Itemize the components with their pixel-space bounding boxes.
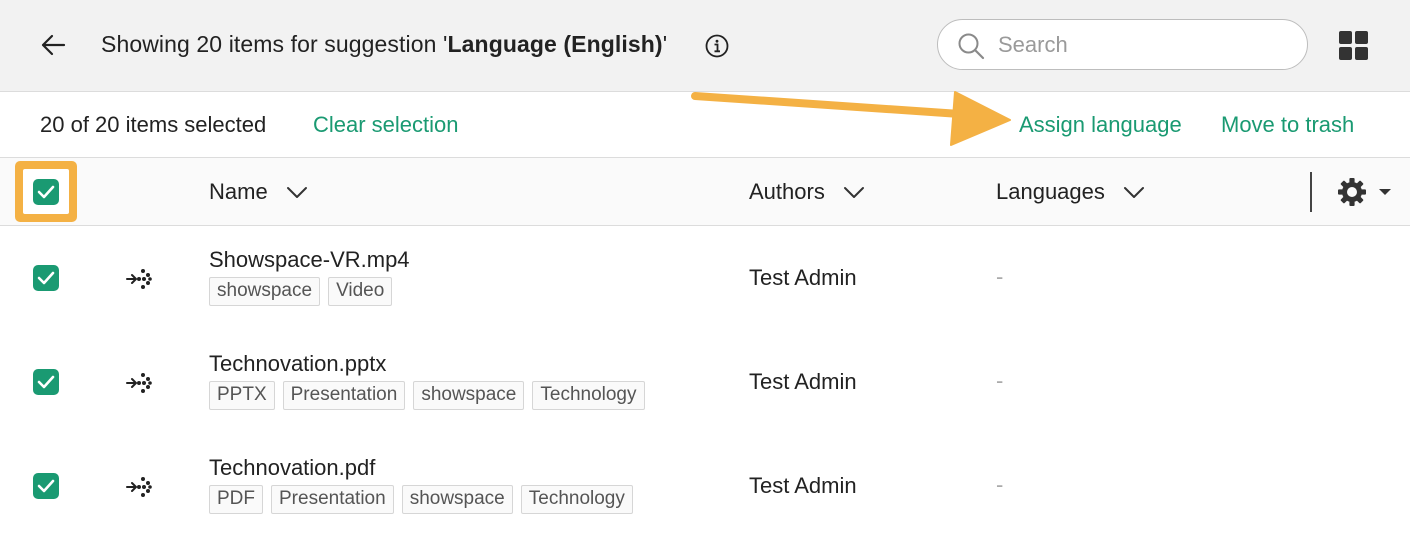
column-languages-label: Languages xyxy=(996,179,1105,204)
tag-list: PPTX Presentation showspace Technology xyxy=(209,381,645,410)
tag[interactable]: Presentation xyxy=(271,485,394,514)
check-icon xyxy=(37,185,55,199)
row-checkbox[interactable] xyxy=(33,369,59,395)
author-cell: Test Admin xyxy=(749,473,857,498)
check-icon xyxy=(37,479,55,493)
move-to-trash-link[interactable]: Move to trash xyxy=(1221,112,1354,138)
hub-icon xyxy=(126,373,152,393)
hub-icon xyxy=(126,269,152,289)
tag[interactable]: showspace xyxy=(413,381,525,410)
chevron-down-icon xyxy=(843,187,864,199)
selection-bar: 20 of 20 items selected Clear selection … xyxy=(0,92,1410,158)
language-cell: - xyxy=(996,368,1004,393)
tag[interactable]: PPTX xyxy=(209,381,275,410)
tag[interactable]: Technology xyxy=(520,485,633,514)
tag[interactable]: showspace xyxy=(209,277,321,306)
tag[interactable]: PDF xyxy=(209,485,263,514)
chevron-down-icon xyxy=(286,187,307,199)
table-header: Name Authors Languages xyxy=(0,158,1410,226)
tag-list: showspace Video xyxy=(209,277,393,306)
file-name[interactable]: Technovation.pdf xyxy=(209,455,375,481)
search-input[interactable] xyxy=(996,28,1290,62)
row-checkbox[interactable] xyxy=(33,473,59,499)
table-row[interactable]: Technovation.pdf PDF Presentation showsp… xyxy=(0,434,1410,538)
hub-icon xyxy=(126,477,152,497)
search-box[interactable] xyxy=(937,19,1308,70)
tag[interactable]: Technology xyxy=(532,381,645,410)
column-divider xyxy=(1310,172,1312,212)
file-name[interactable]: Showspace-VR.mp4 xyxy=(209,247,410,273)
select-all-checkbox[interactable] xyxy=(33,179,59,205)
title-suffix: ' xyxy=(662,31,668,57)
row-checkbox[interactable] xyxy=(33,265,59,291)
assign-language-link[interactable]: Assign language xyxy=(1019,112,1182,138)
column-header-name[interactable]: Name xyxy=(209,179,308,205)
chevron-down-icon xyxy=(1123,187,1144,199)
tag[interactable]: showspace xyxy=(401,485,513,514)
info-icon[interactable] xyxy=(705,34,729,58)
check-icon xyxy=(37,271,55,285)
search-icon xyxy=(958,33,985,60)
author-cell: Test Admin xyxy=(749,265,857,290)
language-cell: - xyxy=(996,264,1004,289)
tag[interactable]: Presentation xyxy=(282,381,406,410)
suggestion-name: Language (English) xyxy=(447,31,663,57)
file-name[interactable]: Technovation.pptx xyxy=(209,351,386,377)
table-row[interactable]: Technovation.pptx PPTX Presentation show… xyxy=(0,330,1410,435)
tag-list: PDF Presentation showspace Technology xyxy=(209,485,633,514)
arrow-left-icon[interactable] xyxy=(38,31,68,59)
column-authors-label: Authors xyxy=(749,179,825,204)
grid-icon[interactable] xyxy=(1339,31,1368,60)
gear-icon[interactable] xyxy=(1337,177,1393,207)
table-row[interactable]: Showspace-VR.mp4 showspace Video Test Ad… xyxy=(0,226,1410,331)
selection-count: 20 of 20 items selected xyxy=(40,112,267,137)
tag[interactable]: Video xyxy=(328,277,393,306)
column-header-languages[interactable]: Languages xyxy=(996,179,1145,205)
check-icon xyxy=(37,375,55,389)
author-cell: Test Admin xyxy=(749,369,857,394)
caret-down-icon xyxy=(1379,189,1391,195)
language-cell: - xyxy=(996,472,1004,497)
select-all-highlight xyxy=(15,161,77,222)
clear-selection-link[interactable]: Clear selection xyxy=(313,112,459,138)
column-header-authors[interactable]: Authors xyxy=(749,179,865,205)
page-title: Showing 20 items for suggestion 'Languag… xyxy=(101,31,667,58)
title-prefix: Showing 20 items for suggestion ' xyxy=(101,31,448,57)
column-name-label: Name xyxy=(209,179,268,204)
top-bar: Showing 20 items for suggestion 'Languag… xyxy=(0,0,1410,92)
